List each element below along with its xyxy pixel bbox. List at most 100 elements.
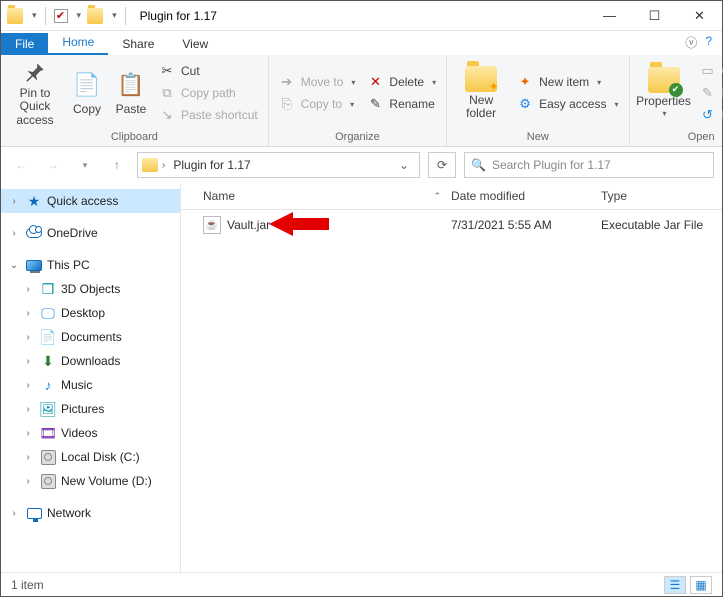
column-name[interactable]: Name⌃ (181, 189, 451, 203)
copy-to-icon: ⎘ (279, 96, 295, 112)
sidebar-item-videos[interactable]: ›🎞Videos (1, 421, 180, 445)
search-input[interactable] (492, 158, 707, 172)
objects3d-icon: ❒ (39, 280, 57, 298)
rename-button[interactable]: ✎Rename (363, 94, 440, 114)
file-date: 7/31/2021 5:55 AM (451, 218, 601, 232)
scissors-icon: ✂ (159, 63, 175, 79)
search-box[interactable]: 🔍 (464, 152, 714, 178)
maximize-button[interactable]: ☐ (632, 1, 677, 31)
forward-button[interactable]: → (41, 153, 65, 177)
sidebar-item-new-volume[interactable]: ›New Volume (D:) (1, 469, 180, 493)
back-button[interactable]: ← (9, 153, 33, 177)
local-disk-icon (39, 448, 57, 466)
easy-access-button[interactable]: ⚙Easy access▾ (513, 94, 622, 114)
group-label-organize: Organize (269, 131, 446, 146)
folder-qat-icon[interactable] (87, 8, 103, 24)
network-icon (25, 504, 43, 522)
details-view-button[interactable]: ☰ (664, 576, 686, 594)
recent-locations-button[interactable]: ▾ (73, 153, 97, 177)
navigation-row: ← → ▾ ↑ › Plugin for 1.17 ⌄ ⟳ 🔍 (1, 147, 722, 183)
paste-shortcut-button[interactable]: ↘Paste shortcut (155, 105, 262, 125)
delete-button[interactable]: ✕Delete▾ (363, 72, 440, 92)
new-item-button[interactable]: ✦New item▾ (513, 72, 622, 92)
edit-button[interactable]: ✎Edit (696, 83, 723, 103)
easy-access-icon: ⚙ (517, 96, 533, 112)
tab-share[interactable]: Share (108, 33, 168, 55)
tab-file[interactable]: File (1, 33, 48, 55)
delete-icon: ✕ (367, 74, 383, 90)
move-icon: ➔ (279, 74, 295, 90)
onedrive-icon (25, 224, 43, 242)
rename-icon: ✎ (367, 96, 383, 112)
pin-to-quick-access-button[interactable]: Pin to Quick access (7, 60, 63, 126)
file-row[interactable]: ☕Vault.jar 7/31/2021 5:55 AM Executable … (181, 210, 722, 240)
column-headers: Name⌃ Date modified Type (181, 183, 722, 210)
up-button[interactable]: ↑ (105, 153, 129, 177)
new-volume-icon (39, 472, 57, 490)
group-label-open: Open (630, 131, 723, 146)
sidebar-item-quick-access[interactable]: ›★Quick access (1, 189, 180, 213)
address-bar[interactable]: › Plugin for 1.17 ⌄ (137, 152, 420, 178)
breadcrumb-root-chevron-icon[interactable]: › (162, 160, 165, 171)
help-icon[interactable]: ? (705, 34, 712, 51)
group-clipboard: Pin to Quick access 📄 Copy 📋 Paste ✂Cut … (1, 55, 269, 146)
tab-view[interactable]: View (168, 33, 222, 55)
tab-home[interactable]: Home (48, 31, 108, 55)
status-bar: 1 item ☰ ▦ (1, 572, 722, 596)
paste-button[interactable]: 📋 Paste (111, 60, 151, 126)
desktop-icon: 🖵 (39, 304, 57, 322)
copy-path-button[interactable]: ⧉Copy path (155, 83, 262, 103)
sidebar-item-documents[interactable]: ›📄Documents (1, 325, 180, 349)
column-type[interactable]: Type (601, 189, 722, 203)
qat-customize-icon[interactable]: ▾ (112, 10, 117, 21)
sidebar-item-downloads[interactable]: ›⬇Downloads (1, 349, 180, 373)
new-folder-button[interactable]: New folder (453, 60, 509, 126)
move-to-button[interactable]: ➔Move to▾ (275, 72, 360, 92)
sidebar-item-desktop[interactable]: ›🖵Desktop (1, 301, 180, 325)
ribbon-tabs: File Home Share View ⓥ ? (1, 31, 722, 55)
copy-to-button[interactable]: ⎘Copy to▾ (275, 94, 360, 114)
copy-path-icon: ⧉ (159, 85, 175, 101)
properties-qat-icon[interactable]: ✔ (54, 9, 68, 23)
sidebar-item-onedrive[interactable]: ›OneDrive (1, 221, 180, 245)
column-date[interactable]: Date modified (451, 189, 601, 203)
app-folder-icon (7, 8, 23, 24)
properties-button[interactable]: Properties▾ (636, 60, 692, 126)
sidebar-item-pictures[interactable]: ›🖼Pictures (1, 397, 180, 421)
refresh-button[interactable]: ⟳ (428, 152, 456, 178)
sidebar-item-local-disk[interactable]: ›Local Disk (C:) (1, 445, 180, 469)
quick-access-toolbar: ▾ ✔ ▾ ▾ (1, 7, 134, 25)
history-icon: ↺ (700, 107, 716, 123)
qat-dropdown2-icon[interactable]: ▾ (77, 10, 82, 21)
history-button[interactable]: ↺History (696, 105, 723, 125)
ribbon-collapse-icon[interactable]: ⓥ (685, 34, 697, 51)
ribbon: Pin to Quick access 📄 Copy 📋 Paste ✂Cut … (1, 55, 722, 147)
main-area: ›★Quick access ›OneDrive ⌄This PC ›❒3D O… (1, 183, 722, 572)
jar-file-icon: ☕ (203, 216, 221, 234)
breadcrumb-segment[interactable]: Plugin for 1.17 (169, 158, 254, 172)
open-button[interactable]: ▭Open▾ (696, 61, 723, 81)
group-label-clipboard: Clipboard (1, 131, 268, 146)
new-folder-icon (465, 66, 497, 92)
sidebar-item-this-pc[interactable]: ⌄This PC (1, 253, 180, 277)
properties-icon (648, 67, 680, 93)
sidebar-item-music[interactable]: ›♪Music (1, 373, 180, 397)
large-icons-view-button[interactable]: ▦ (690, 576, 712, 594)
sidebar-item-network[interactable]: ›Network (1, 501, 180, 525)
qat-dropdown-icon[interactable]: ▾ (32, 10, 37, 21)
breadcrumb-dropdown-icon[interactable]: ⌄ (393, 158, 415, 172)
file-list-area: Name⌃ Date modified Type ☕Vault.jar 7/31… (181, 183, 722, 572)
this-pc-icon (25, 256, 43, 274)
minimize-button[interactable]: — (587, 1, 632, 31)
music-icon: ♪ (39, 376, 57, 394)
search-icon: 🔍 (471, 158, 486, 172)
file-type: Executable Jar File (601, 218, 722, 232)
cut-button[interactable]: ✂Cut (155, 61, 262, 81)
videos-icon: 🎞 (39, 424, 57, 442)
edit-icon: ✎ (700, 85, 716, 101)
copy-button[interactable]: 📄 Copy (67, 60, 107, 126)
close-button[interactable]: ✕ (677, 1, 722, 31)
downloads-icon: ⬇ (39, 352, 57, 370)
pin-icon (19, 59, 51, 85)
sidebar-item-3d-objects[interactable]: ›❒3D Objects (1, 277, 180, 301)
